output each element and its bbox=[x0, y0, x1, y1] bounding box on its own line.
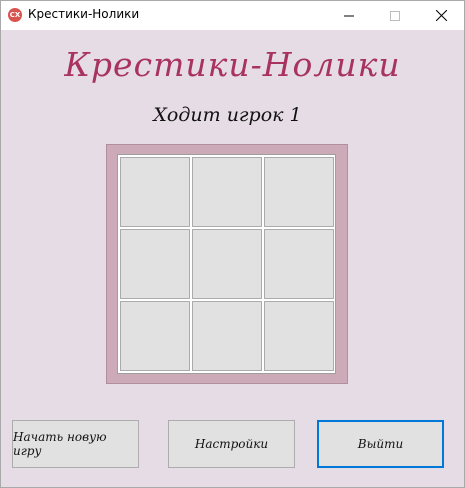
app-icon: CX bbox=[8, 8, 22, 22]
title-bar[interactable]: CX Крестики-Нолики bbox=[1, 1, 464, 30]
window-title: Крестики-Нолики bbox=[28, 7, 140, 21]
board-cell-2[interactable] bbox=[192, 157, 262, 227]
minimize-button[interactable] bbox=[326, 1, 372, 30]
settings-button[interactable]: Настройки bbox=[168, 420, 295, 468]
board-cell-9[interactable] bbox=[264, 301, 334, 371]
board-cell-1[interactable] bbox=[120, 157, 190, 227]
close-button[interactable] bbox=[418, 1, 464, 30]
game-window: CX Крестики-Нолики Крестики-Нолики Ходит… bbox=[0, 0, 465, 488]
board-cell-8[interactable] bbox=[192, 301, 262, 371]
maximize-button[interactable] bbox=[372, 1, 418, 30]
new-game-button[interactable]: Начать новую игру bbox=[12, 420, 139, 468]
game-board bbox=[117, 154, 336, 374]
turn-status: Ходит игрок 1 bbox=[153, 104, 302, 126]
board-cell-5[interactable] bbox=[192, 229, 262, 299]
minimize-icon bbox=[344, 15, 354, 16]
game-heading: Крестики-Нолики bbox=[64, 45, 401, 84]
exit-button[interactable]: Выйти bbox=[317, 420, 444, 468]
board-cell-3[interactable] bbox=[264, 157, 334, 227]
board-cell-7[interactable] bbox=[120, 301, 190, 371]
maximize-icon bbox=[390, 10, 400, 21]
board-cell-4[interactable] bbox=[120, 229, 190, 299]
close-icon bbox=[435, 10, 447, 21]
board-frame bbox=[106, 144, 348, 384]
board-cell-6[interactable] bbox=[264, 229, 334, 299]
